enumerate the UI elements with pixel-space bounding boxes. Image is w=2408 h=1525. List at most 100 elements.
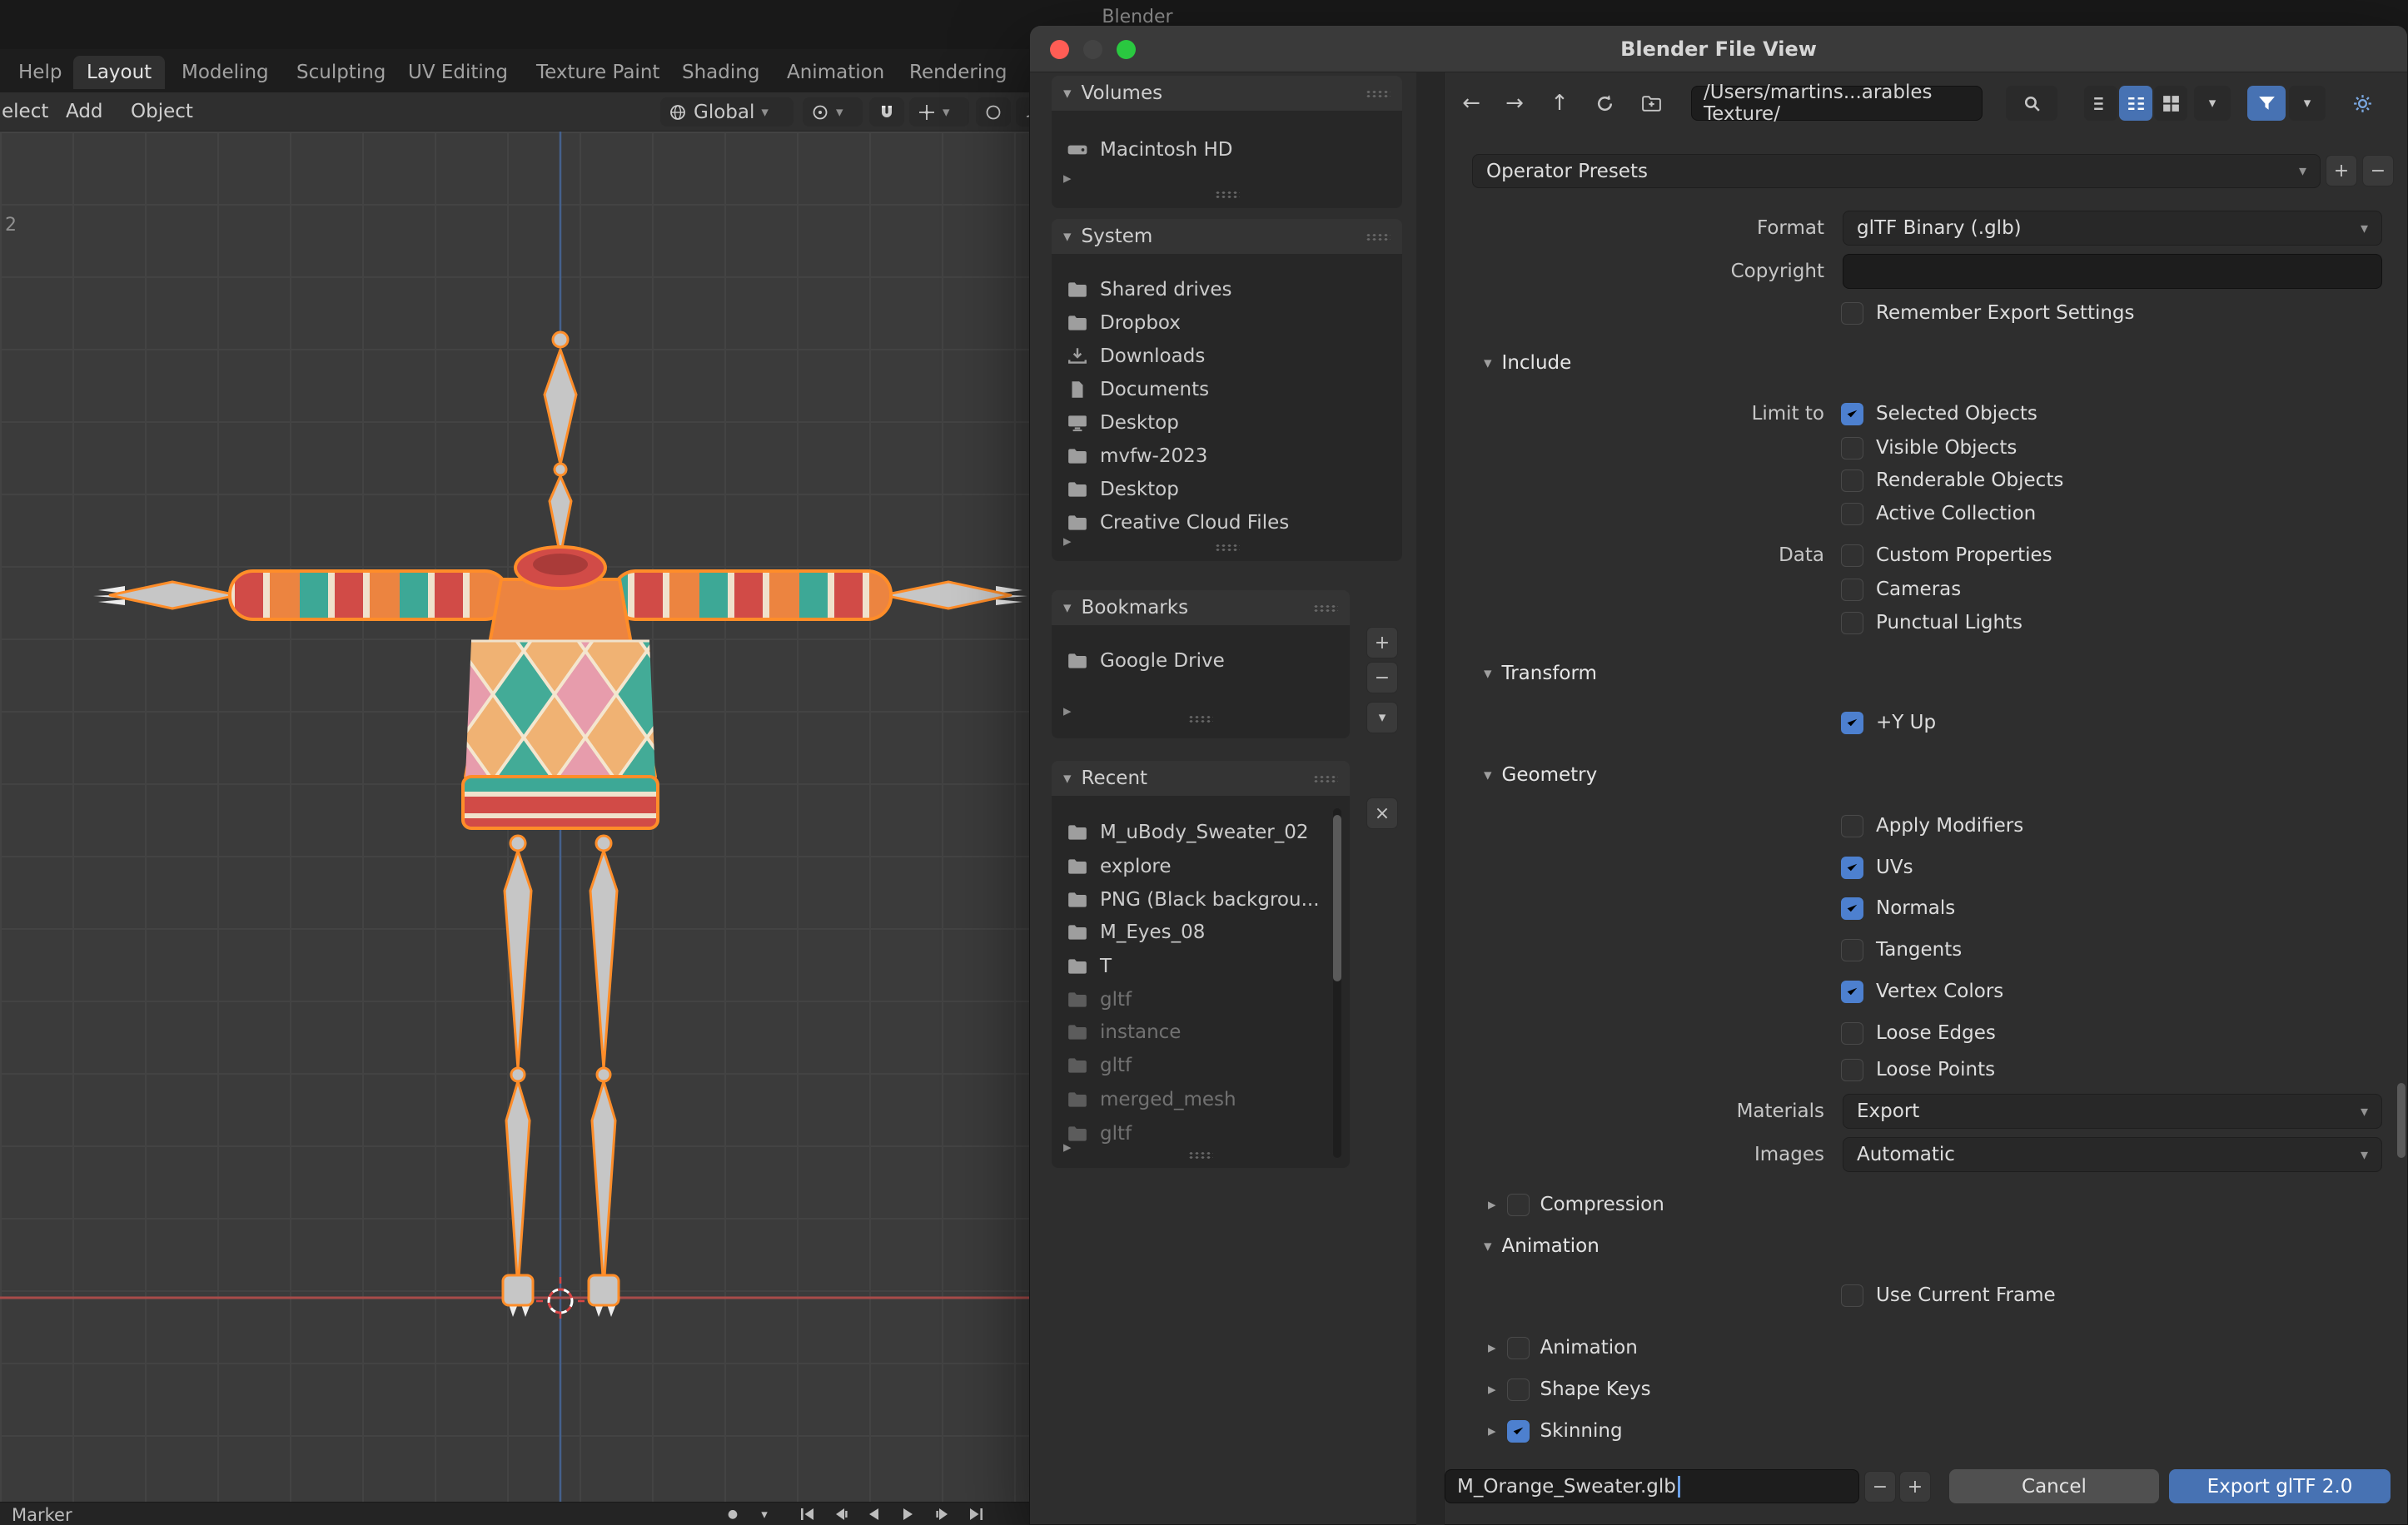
section-volumes[interactable]: ▾ Volumes [1052,76,1402,111]
filename-input[interactable]: M_Orange_Sweater.glb [1445,1469,1859,1503]
prev-keyframe-button[interactable] [826,1504,856,1524]
sidebar-item-shared-drives[interactable]: Shared drives [1067,273,1231,306]
pivot-point-dropdown[interactable]: ▾ [803,97,863,127]
grip-handle[interactable] [1215,191,1240,198]
tab-uv-editing[interactable]: UV Editing [395,56,521,89]
checkbox-row-custom-properties[interactable]: Custom Properties [1841,539,2052,572]
recent-item[interactable]: instance [1067,1016,1181,1049]
section-recent[interactable]: ▾ Recent [1052,761,1350,796]
checkbox-row-y-up[interactable]: +Y Up [1841,706,1936,739]
decrement-filename-button[interactable]: − [1864,1471,1896,1503]
recent-item[interactable]: gltf [1067,983,1132,1016]
operator-options-toggle[interactable] [2342,86,2382,121]
expand-right-icon[interactable]: ▸ [1488,1380,1496,1398]
tab-shading[interactable]: Shading [669,56,773,89]
grip-handle[interactable] [1215,544,1240,551]
sidebar-item-google-drive[interactable]: Google Drive [1067,644,1225,678]
expand-right-icon[interactable]: ▸ [1063,169,1072,187]
timeline-marker-label[interactable]: Marker [12,1505,72,1525]
checkbox-normals[interactable] [1841,897,1863,920]
checkbox-cameras[interactable] [1841,578,1863,601]
expand-right-icon[interactable]: ▸ [1063,1138,1072,1156]
checkbox-loose-points[interactable] [1841,1058,1863,1081]
clear-recent-button[interactable]: × [1366,797,1398,829]
proportional-editing-toggle[interactable] [976,97,1011,127]
search-button[interactable] [2006,86,2057,121]
expand-right-icon[interactable]: ▸ [1063,532,1072,550]
images-dropdown[interactable]: Automatic ▾ [1843,1137,2382,1172]
grip-handle[interactable] [1188,1151,1213,1159]
recent-item[interactable]: PNG (Black backgrou... [1067,883,1320,916]
snap-target-dropdown[interactable]: ▾ [909,97,969,127]
filter-options-dropdown[interactable]: ▾ [2289,86,2326,121]
checkbox-row-cameras[interactable]: Cameras [1841,573,1961,606]
checkbox-row-active-collection[interactable]: Active Collection [1841,497,2036,530]
display-options-dropdown[interactable]: ▾ [2194,86,2231,121]
next-keyframe-button[interactable] [928,1504,958,1524]
forward-button[interactable]: → [1496,86,1533,121]
checkbox-y-up[interactable] [1841,711,1863,734]
grip-handle[interactable] [1313,604,1338,612]
checkbox-renderable-objects[interactable] [1841,469,1863,492]
remove-bookmark-button[interactable]: − [1366,662,1398,693]
checkbox-row-punctual-lights[interactable]: Punctual Lights [1841,606,2022,639]
options-scrollbar-thumb[interactable] [2397,1083,2406,1158]
section-transform[interactable]: ▾ Transform [1484,657,1597,690]
play-reverse-button[interactable] [859,1504,889,1524]
checkbox-vertex-colors[interactable] [1841,980,1863,1003]
transform-orientation-dropdown[interactable]: Global ▾ [660,97,794,127]
panel-row-compression[interactable]: ▸ Compression [1488,1188,1664,1221]
chevron-down-icon[interactable]: ▾ [749,1504,779,1524]
menu-add[interactable]: Add [66,92,103,132]
checkbox-row-vertex-colors[interactable]: Vertex Colors [1841,975,2003,1008]
scrollbar-thumb[interactable] [1333,815,1341,981]
checkbox-row-visible-objects[interactable]: Visible Objects [1841,431,2017,464]
bookmark-options-dropdown[interactable]: ▾ [1366,702,1398,733]
checkbox-custom-properties[interactable] [1841,544,1863,567]
grip-handle[interactable] [1366,89,1391,97]
tab-layout[interactable]: Layout [73,56,166,89]
jump-to-start-button[interactable] [793,1504,823,1524]
remove-preset-button[interactable]: − [2362,155,2394,186]
display-thumbnail-button[interactable] [2154,86,2187,121]
recent-scrollbar[interactable] [1333,808,1341,1158]
checkbox-visible-objects[interactable] [1841,436,1863,459]
cancel-button[interactable]: Cancel [1949,1469,2159,1503]
section-geometry[interactable]: ▾ Geometry [1484,758,1597,792]
checkbox-uvs[interactable] [1841,856,1863,879]
section-system[interactable]: ▾ System [1052,219,1402,254]
path-input[interactable]: /Users/martins...arables Texture/ [1691,82,1983,125]
panel-row-shape-keys[interactable]: ▸ Shape Keys [1488,1373,1651,1406]
sidebar-item-desktop-2[interactable]: Desktop [1067,473,1179,506]
tab-texture-paint[interactable]: Texture Paint [523,56,673,89]
checkbox-remember[interactable] [1841,301,1863,325]
sidebar-item-mvfw-2023[interactable]: mvfw-2023 [1067,440,1207,473]
add-preset-button[interactable]: + [2326,155,2357,186]
checkbox-compression[interactable] [1506,1193,1530,1216]
recent-item[interactable]: merged_mesh [1067,1083,1236,1116]
jump-to-end-button[interactable] [961,1504,991,1524]
sidebar-item-documents[interactable]: Documents [1067,373,1209,406]
checkbox-shape-keys[interactable] [1506,1378,1530,1401]
checkbox-selected-objects[interactable] [1841,402,1863,425]
play-button[interactable] [893,1504,923,1524]
format-dropdown[interactable]: glTF Binary (.glb) ▾ [1843,211,2382,246]
expand-right-icon[interactable]: ▸ [1488,1195,1496,1214]
checkbox-use-current-frame[interactable] [1841,1284,1863,1307]
checkbox-row-uvs[interactable]: UVs [1841,851,1913,884]
panel-row-skinning[interactable]: ▸ Skinning [1488,1414,1623,1448]
sidebar-item-macintosh-hd[interactable]: Macintosh HD [1067,133,1233,166]
checkbox-row-renderable-objects[interactable]: Renderable Objects [1841,464,2063,497]
recent-item[interactable]: explore [1067,850,1172,883]
checkbox-active-collection[interactable] [1841,502,1863,525]
section-bookmarks[interactable]: ▾ Bookmarks [1052,590,1350,625]
increment-filename-button[interactable]: + [1899,1471,1931,1503]
tab-modeling[interactable]: Modeling [168,56,282,89]
checkbox-row-selected-objects[interactable]: Selected Objects [1841,397,2037,430]
sidebar-item-creative-cloud-files[interactable]: Creative Cloud Files [1067,506,1289,539]
checkbox-row-use-current-frame[interactable]: Use Current Frame [1841,1279,2056,1312]
display-vertical-list-button[interactable] [2084,86,2117,121]
checkbox-tangents[interactable] [1841,938,1863,961]
display-detail-list-button[interactable] [2119,86,2152,121]
menu-help[interactable]: Help [5,56,75,89]
